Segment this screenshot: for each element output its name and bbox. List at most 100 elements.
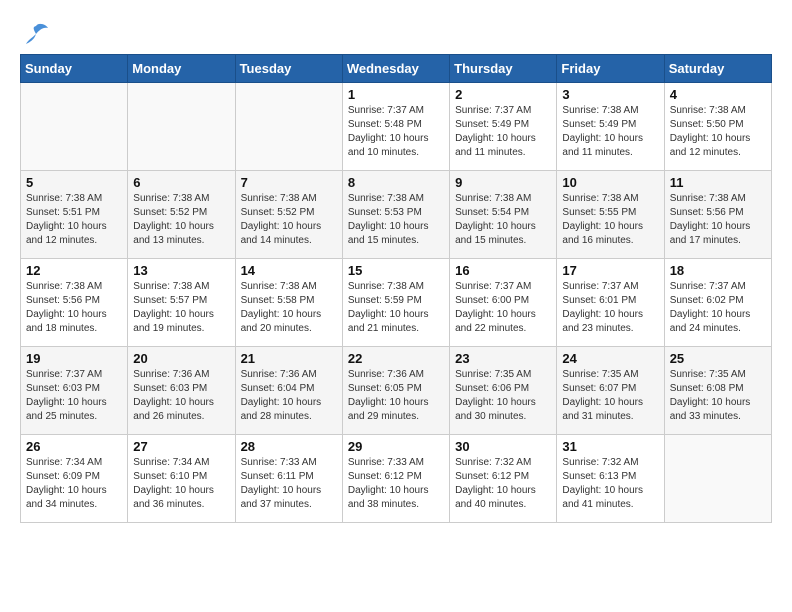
weekday-header-saturday: Saturday (664, 55, 771, 83)
calendar-cell: 16 Sunrise: 7:37 AMSunset: 6:00 PMDayligh… (450, 259, 557, 347)
calendar-cell: 23 Sunrise: 7:35 AMSunset: 6:06 PMDayligh… (450, 347, 557, 435)
calendar-cell: 2 Sunrise: 7:37 AMSunset: 5:49 PMDaylight… (450, 83, 557, 171)
day-info: Sunrise: 7:32 AMSunset: 6:12 PMDaylight:… (455, 456, 551, 512)
day-number: 5 (26, 175, 122, 190)
day-number: 13 (133, 263, 229, 278)
day-info: Sunrise: 7:36 AMSunset: 6:04 PMDaylight:… (241, 368, 337, 424)
calendar-cell: 6 Sunrise: 7:38 AMSunset: 5:52 PMDaylight… (128, 171, 235, 259)
day-info: Sunrise: 7:37 AMSunset: 5:48 PMDaylight:… (348, 104, 444, 160)
day-info: Sunrise: 7:38 AMSunset: 5:57 PMDaylight:… (133, 280, 229, 336)
day-info: Sunrise: 7:34 AMSunset: 6:09 PMDaylight:… (26, 456, 122, 512)
day-info: Sunrise: 7:37 AMSunset: 6:03 PMDaylight:… (26, 368, 122, 424)
weekday-header-sunday: Sunday (21, 55, 128, 83)
calendar-cell: 14Sunrise: 7:38 AMSunset: 5:58 PMDayligh… (235, 259, 342, 347)
calendar-cell (128, 83, 235, 171)
day-info: Sunrise: 7:38 AMSunset: 5:52 PMDaylight:… (133, 192, 229, 248)
calendar-cell: 31 Sunrise: 7:32 AMSunset: 6:13 PMDayligh… (557, 435, 664, 523)
day-number: 20 (133, 351, 229, 366)
logo (20, 20, 50, 44)
calendar-cell: 30 Sunrise: 7:32 AMSunset: 6:12 PMDayligh… (450, 435, 557, 523)
calendar-cell: 10 Sunrise: 7:38 AMSunset: 5:55 PMDayligh… (557, 171, 664, 259)
day-number: 8 (348, 175, 444, 190)
calendar-cell: 9Sunrise: 7:38 AMSunset: 5:54 PMDaylight… (450, 171, 557, 259)
day-number: 23 (455, 351, 551, 366)
day-info: Sunrise: 7:38 AMSunset: 5:59 PMDaylight:… (348, 280, 444, 336)
day-info: Sunrise: 7:33 AMSunset: 6:12 PMDaylight:… (348, 456, 444, 512)
calendar-cell: 3 Sunrise: 7:38 AMSunset: 5:49 PMDaylight… (557, 83, 664, 171)
day-number: 27 (133, 439, 229, 454)
calendar-cell: 8 Sunrise: 7:38 AMSunset: 5:53 PMDaylight… (342, 171, 449, 259)
day-info: Sunrise: 7:33 AMSunset: 6:11 PMDaylight:… (241, 456, 337, 512)
day-number: 7 (241, 175, 337, 190)
day-number: 18 (670, 263, 766, 278)
day-number: 31 (562, 439, 658, 454)
day-info: Sunrise: 7:38 AMSunset: 5:50 PMDaylight:… (670, 104, 766, 160)
day-number: 19 (26, 351, 122, 366)
week-row-5: 26 Sunrise: 7:34 AMSunset: 6:09 PMDayligh… (21, 435, 772, 523)
day-number: 22 (348, 351, 444, 366)
week-row-4: 19 Sunrise: 7:37 AMSunset: 6:03 PMDayligh… (21, 347, 772, 435)
day-info: Sunrise: 7:35 AMSunset: 6:07 PMDaylight:… (562, 368, 658, 424)
day-number: 28 (241, 439, 337, 454)
day-info: Sunrise: 7:38 AMSunset: 5:51 PMDaylight:… (26, 192, 122, 248)
day-info: Sunrise: 7:37 AMSunset: 6:00 PMDaylight:… (455, 280, 551, 336)
weekday-header-row: SundayMondayTuesdayWednesdayThursdayFrid… (21, 55, 772, 83)
logo-bird-icon (22, 20, 50, 48)
day-number: 29 (348, 439, 444, 454)
day-info: Sunrise: 7:35 AMSunset: 6:06 PMDaylight:… (455, 368, 551, 424)
calendar-cell: 13 Sunrise: 7:38 AMSunset: 5:57 PMDayligh… (128, 259, 235, 347)
day-info: Sunrise: 7:38 AMSunset: 5:56 PMDaylight:… (670, 192, 766, 248)
calendar-cell: 20 Sunrise: 7:36 AMSunset: 6:03 PMDayligh… (128, 347, 235, 435)
calendar-cell (21, 83, 128, 171)
day-info: Sunrise: 7:38 AMSunset: 5:56 PMDaylight:… (26, 280, 122, 336)
calendar-cell: 19 Sunrise: 7:37 AMSunset: 6:03 PMDayligh… (21, 347, 128, 435)
day-info: Sunrise: 7:37 AMSunset: 6:01 PMDaylight:… (562, 280, 658, 336)
weekday-header-friday: Friday (557, 55, 664, 83)
day-info: Sunrise: 7:36 AMSunset: 6:03 PMDaylight:… (133, 368, 229, 424)
day-number: 14 (241, 263, 337, 278)
day-number: 25 (670, 351, 766, 366)
day-info: Sunrise: 7:35 AMSunset: 6:08 PMDaylight:… (670, 368, 766, 424)
day-number: 30 (455, 439, 551, 454)
day-number: 9 (455, 175, 551, 190)
page-header (20, 20, 772, 44)
calendar-cell: 11 Sunrise: 7:38 AMSunset: 5:56 PMDayligh… (664, 171, 771, 259)
week-row-2: 5 Sunrise: 7:38 AMSunset: 5:51 PMDaylight… (21, 171, 772, 259)
day-number: 4 (670, 87, 766, 102)
calendar-cell: 4 Sunrise: 7:38 AMSunset: 5:50 PMDaylight… (664, 83, 771, 171)
day-info: Sunrise: 7:38 AMSunset: 5:53 PMDaylight:… (348, 192, 444, 248)
day-number: 21 (241, 351, 337, 366)
day-number: 3 (562, 87, 658, 102)
day-number: 26 (26, 439, 122, 454)
week-row-3: 12Sunrise: 7:38 AMSunset: 5:56 PMDayligh… (21, 259, 772, 347)
weekday-header-wednesday: Wednesday (342, 55, 449, 83)
week-row-1: 1Sunrise: 7:37 AMSunset: 5:48 PMDaylight… (21, 83, 772, 171)
calendar-cell: 5 Sunrise: 7:38 AMSunset: 5:51 PMDaylight… (21, 171, 128, 259)
calendar-cell: 22Sunrise: 7:36 AMSunset: 6:05 PMDayligh… (342, 347, 449, 435)
day-number: 2 (455, 87, 551, 102)
weekday-header-thursday: Thursday (450, 55, 557, 83)
day-number: 16 (455, 263, 551, 278)
weekday-header-tuesday: Tuesday (235, 55, 342, 83)
day-info: Sunrise: 7:37 AMSunset: 5:49 PMDaylight:… (455, 104, 551, 160)
calendar-cell: 15 Sunrise: 7:38 AMSunset: 5:59 PMDayligh… (342, 259, 449, 347)
calendar-cell: 17Sunrise: 7:37 AMSunset: 6:01 PMDayligh… (557, 259, 664, 347)
day-info: Sunrise: 7:38 AMSunset: 5:49 PMDaylight:… (562, 104, 658, 160)
day-number: 10 (562, 175, 658, 190)
calendar-cell: 12Sunrise: 7:38 AMSunset: 5:56 PMDayligh… (21, 259, 128, 347)
day-number: 15 (348, 263, 444, 278)
day-info: Sunrise: 7:38 AMSunset: 5:55 PMDaylight:… (562, 192, 658, 248)
day-info: Sunrise: 7:37 AMSunset: 6:02 PMDaylight:… (670, 280, 766, 336)
calendar-table: SundayMondayTuesdayWednesdayThursdayFrid… (20, 54, 772, 523)
calendar-cell: 26 Sunrise: 7:34 AMSunset: 6:09 PMDayligh… (21, 435, 128, 523)
day-number: 6 (133, 175, 229, 190)
day-info: Sunrise: 7:32 AMSunset: 6:13 PMDaylight:… (562, 456, 658, 512)
calendar-cell (235, 83, 342, 171)
calendar-cell: 25 Sunrise: 7:35 AMSunset: 6:08 PMDayligh… (664, 347, 771, 435)
calendar-cell: 28 Sunrise: 7:33 AMSunset: 6:11 PMDayligh… (235, 435, 342, 523)
day-info: Sunrise: 7:34 AMSunset: 6:10 PMDaylight:… (133, 456, 229, 512)
calendar-cell: 7Sunrise: 7:38 AMSunset: 5:52 PMDaylight… (235, 171, 342, 259)
day-number: 24 (562, 351, 658, 366)
day-number: 11 (670, 175, 766, 190)
weekday-header-monday: Monday (128, 55, 235, 83)
